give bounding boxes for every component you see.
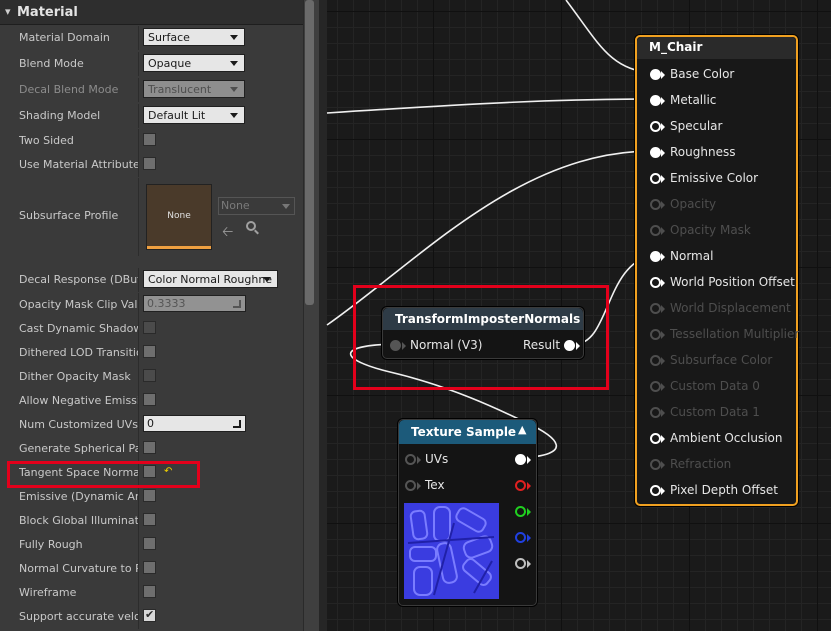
- texture-node-title: Texture Sample: [411, 425, 517, 439]
- pin-arrow-icon: [527, 482, 531, 490]
- material-node-header[interactable]: M_Chair: [637, 37, 796, 59]
- material-node-title: M_Chair: [649, 40, 703, 54]
- pin-arrow-icon: [661, 201, 665, 209]
- pin-label: Tex: [425, 478, 445, 492]
- pin-icon[interactable]: [650, 95, 661, 106]
- texture-sample-node[interactable]: Texture Sample ▲ UVs Tex: [398, 419, 537, 606]
- highlight-box: [353, 285, 609, 390]
- pin-icon[interactable]: [515, 532, 526, 543]
- pin-label: Roughness: [670, 145, 736, 159]
- pin-icon[interactable]: [650, 277, 661, 288]
- pin-arrow-icon: [661, 487, 665, 495]
- pin-arrow-icon: [661, 149, 665, 157]
- pin-label: Ambient Occlusion: [670, 431, 783, 445]
- pin-icon[interactable]: [650, 121, 661, 132]
- pin-icon: [650, 407, 661, 418]
- pin-label: UVs: [425, 452, 449, 466]
- pin-label: World Position Offset: [670, 275, 795, 289]
- pin-label: Custom Data 0: [670, 379, 760, 393]
- pin-label: Normal: [670, 249, 714, 263]
- pin-icon[interactable]: [515, 480, 526, 491]
- pin-arrow-icon: [661, 227, 665, 235]
- pin-icon[interactable]: [515, 454, 526, 465]
- pin-icon: [650, 225, 661, 236]
- pin-icon[interactable]: [650, 147, 661, 158]
- pin-icon: [650, 329, 661, 340]
- pin-icon: [650, 303, 661, 314]
- pin-label: Specular: [670, 119, 723, 133]
- wire-metallic: [326, 98, 655, 114]
- pin-icon[interactable]: [405, 480, 416, 491]
- pin-label: Tessellation Multiplier: [670, 327, 800, 341]
- pin-arrow-icon: [417, 482, 421, 490]
- pin-arrow-icon: [661, 71, 665, 79]
- pin-arrow-icon: [661, 123, 665, 131]
- pin-arrow-icon: [661, 435, 665, 443]
- pin-arrow-icon: [661, 97, 665, 105]
- pin-arrow-icon: [661, 331, 665, 339]
- pin-label: Refraction: [670, 457, 732, 471]
- pin-arrow-icon: [661, 279, 665, 287]
- pin-label: Custom Data 1: [670, 405, 760, 419]
- material-result-node[interactable]: M_Chair Base Color Metallic Specular Rou…: [635, 35, 800, 506]
- pin-icon: [650, 381, 661, 392]
- pin-icon[interactable]: [650, 433, 661, 444]
- pin-arrow-icon: [417, 456, 421, 464]
- pin-label: Opacity: [670, 197, 717, 211]
- pin-label: Metallic: [670, 93, 717, 107]
- pin-arrow-icon: [661, 461, 665, 469]
- pin-label: Pixel Depth Offset: [670, 483, 778, 497]
- pin-label: World Displacement: [670, 301, 791, 315]
- pin-arrow-icon: [527, 534, 531, 542]
- pin-arrow-icon: [661, 409, 665, 417]
- pin-arrow-icon: [527, 560, 531, 568]
- pin-arrow-icon: [527, 456, 531, 464]
- pin-icon[interactable]: [515, 558, 526, 569]
- pin-label: Opacity Mask: [670, 223, 751, 237]
- pin-label: Base Color: [670, 67, 735, 81]
- pin-arrow-icon: [661, 305, 665, 313]
- pin-icon[interactable]: [650, 251, 661, 262]
- pin-icon[interactable]: [515, 506, 526, 517]
- pin-arrow-icon: [527, 508, 531, 516]
- texture-node-header[interactable]: Texture Sample ▲: [399, 420, 536, 444]
- pin-icon: [650, 355, 661, 366]
- pin-icon: [650, 199, 661, 210]
- pin-icon[interactable]: [650, 173, 661, 184]
- normal-map-preview: [404, 503, 499, 599]
- pin-arrow-icon: [661, 175, 665, 183]
- pin-label: Subsurface Color: [670, 353, 773, 367]
- pin-icon[interactable]: [650, 485, 661, 496]
- collapse-triangle-icon[interactable]: ▲: [518, 423, 526, 436]
- pin-icon: [650, 459, 661, 470]
- pin-arrow-icon: [661, 383, 665, 391]
- pin-label: Emissive Color: [670, 171, 759, 185]
- pin-icon[interactable]: [405, 454, 416, 465]
- pin-icon[interactable]: [650, 69, 661, 80]
- pin-arrow-icon: [661, 253, 665, 261]
- pin-arrow-icon: [661, 357, 665, 365]
